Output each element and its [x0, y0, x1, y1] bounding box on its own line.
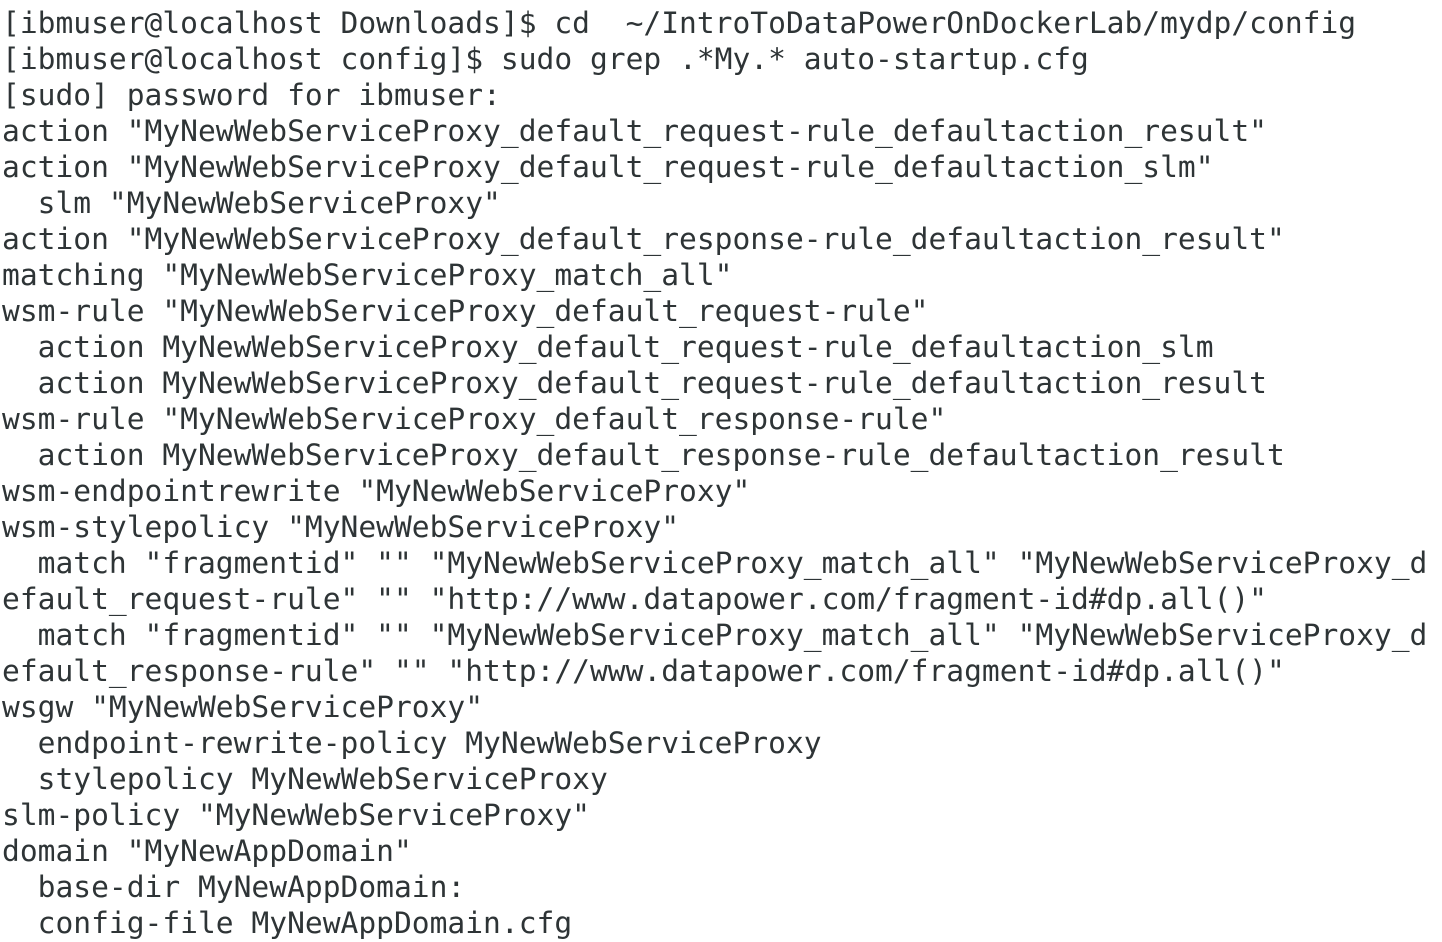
- terminal-line: config-file MyNewAppDomain.cfg: [2, 906, 573, 940]
- terminal-line: efault_response-rule" "" "http://www.dat…: [2, 654, 1285, 688]
- terminal-line: slm "MyNewWebServiceProxy": [2, 186, 501, 220]
- terminal-line-prompt-grep: [ibmuser@localhost config]$ sudo grep .*…: [2, 42, 1089, 76]
- terminal-line: endpoint-rewrite-policy MyNewWebServiceP…: [2, 726, 822, 760]
- terminal-line: wsm-stylepolicy "MyNewWebServiceProxy": [2, 510, 680, 544]
- terminal-line: wsm-rule "MyNewWebServiceProxy_default_r…: [2, 294, 929, 328]
- terminal-line: efault_request-rule" "" "http://www.data…: [2, 582, 1268, 616]
- terminal-window[interactable]: [ibmuser@localhost Downloads]$ cd ~/Intr…: [0, 0, 1442, 942]
- terminal-line: action MyNewWebServiceProxy_default_requ…: [2, 366, 1268, 400]
- terminal-line-sudo-password: [sudo] password for ibmuser:: [2, 78, 501, 112]
- terminal-line: slm-policy "MyNewWebServiceProxy": [2, 798, 590, 832]
- terminal-line-prompt-cd: [ibmuser@localhost Downloads]$ cd ~/Intr…: [2, 6, 1357, 40]
- terminal-line: stylepolicy MyNewWebServiceProxy: [2, 762, 608, 796]
- terminal-line: match "fragmentid" "" "MyNewWebServicePr…: [2, 546, 1428, 580]
- terminal-line: base-dir MyNewAppDomain:: [2, 870, 466, 904]
- terminal-line: action "MyNewWebServiceProxy_default_req…: [2, 150, 1214, 184]
- terminal-line: match "fragmentid" "" "MyNewWebServicePr…: [2, 618, 1428, 652]
- terminal-line: wsgw "MyNewWebServiceProxy": [2, 690, 484, 724]
- terminal-line: action "MyNewWebServiceProxy_default_req…: [2, 114, 1268, 148]
- terminal-line: action MyNewWebServiceProxy_default_resp…: [2, 438, 1285, 472]
- terminal-line: wsm-endpointrewrite "MyNewWebServiceProx…: [2, 474, 751, 508]
- terminal-line: domain "MyNewAppDomain": [2, 834, 412, 868]
- terminal-line: action MyNewWebServiceProxy_default_requ…: [2, 330, 1214, 364]
- terminal-line: action "MyNewWebServiceProxy_default_res…: [2, 222, 1285, 256]
- terminal-output: [ibmuser@localhost Downloads]$ cd ~/Intr…: [2, 5, 1427, 941]
- terminal-line: matching "MyNewWebServiceProxy_match_all…: [2, 258, 733, 292]
- terminal-line: wsm-rule "MyNewWebServiceProxy_default_r…: [2, 402, 947, 436]
